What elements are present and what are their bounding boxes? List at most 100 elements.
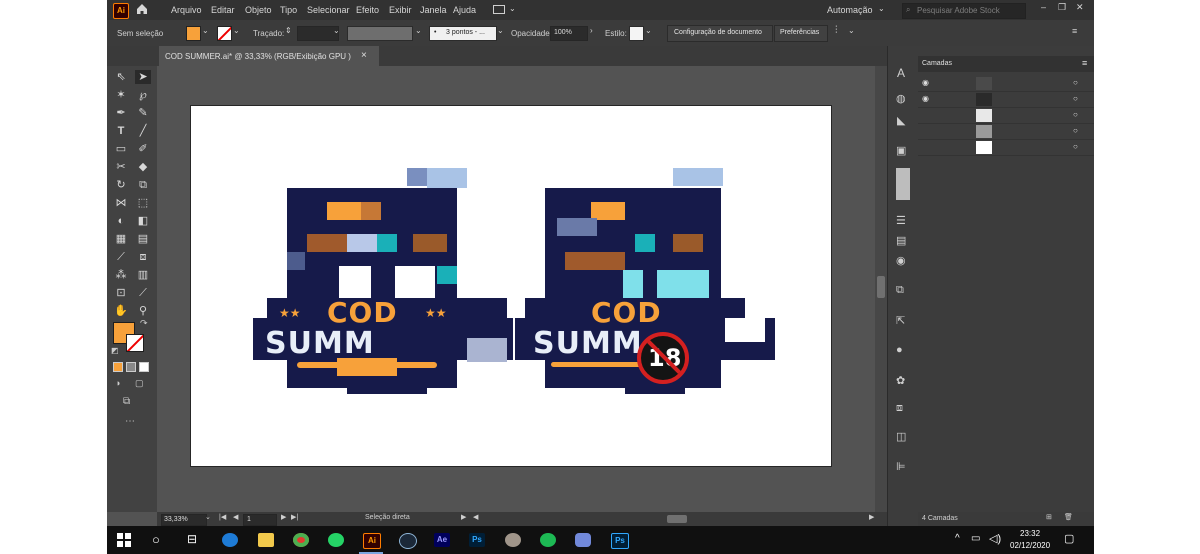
menu-arquivo[interactable]: Arquivo — [171, 5, 202, 15]
arrange-chevron-down-icon[interactable]: ⌄ — [509, 4, 516, 13]
photoshop-window-icon[interactable]: Ps — [611, 533, 629, 549]
steam-icon[interactable] — [399, 533, 417, 549]
illustrator-icon[interactable]: Ai — [363, 533, 381, 549]
scissors-tool-icon[interactable]: ✂ — [113, 160, 129, 174]
brushes-panel-icon[interactable]: ● — [896, 344, 903, 356]
menu-janela[interactable]: Janela — [420, 5, 447, 15]
artboards-panel-icon[interactable]: ⧈ — [896, 402, 903, 415]
menu-tipo[interactable]: Tipo — [280, 5, 297, 15]
variable-width-profile[interactable] — [347, 26, 413, 41]
visibility-eye-icon[interactable]: ◉ — [922, 78, 929, 87]
stroke-none-swatch[interactable] — [217, 26, 232, 41]
right-logo[interactable]: COD SUMM 18 — [515, 168, 781, 418]
layer-row[interactable]: ○ — [918, 124, 1094, 140]
document-setup-button[interactable]: Configuração de documento — [667, 25, 773, 42]
stroke-weight-chevron-down-icon[interactable]: ⌄ — [333, 26, 340, 35]
width-tool-icon[interactable]: ⋈ — [113, 196, 129, 210]
arrange-documents-icon[interactable] — [493, 5, 505, 14]
direct-selection-tool-icon[interactable]: ➤ — [135, 70, 151, 84]
rotate-tool-icon[interactable]: ↻ — [113, 178, 129, 192]
delete-layer-icon[interactable]: 🗑 — [1064, 513, 1073, 521]
chrome-icon[interactable] — [293, 533, 309, 547]
edit-toolbar-icon[interactable]: ⋯ — [125, 416, 135, 427]
notifications-icon[interactable]: ▢ — [1064, 532, 1074, 545]
last-artboard-icon[interactable]: ▶| — [291, 513, 298, 521]
magic-wand-tool-icon[interactable]: ✶ — [113, 88, 129, 102]
gradient-tool-icon[interactable]: ▤ — [135, 232, 151, 246]
pathfinder-panel-icon[interactable]: ◣ — [897, 114, 905, 127]
menu-editar[interactable]: Editar — [211, 5, 235, 15]
stroke-weight-stepper-icon[interactable]: ⇕ — [285, 26, 292, 35]
brush-definition-field[interactable]: • 3 pontos - ... — [429, 26, 497, 41]
clock-date[interactable]: 02/12/2020 — [1010, 541, 1050, 550]
stroke-panel-icon[interactable]: ☰ — [896, 214, 906, 227]
none-mode-icon[interactable] — [139, 362, 149, 372]
horizontal-scroll-thumb[interactable] — [667, 515, 687, 523]
current-tool-status[interactable]: Seleção direta — [365, 514, 410, 521]
left-logo[interactable]: ★★ ★★ COD SUMM — [253, 168, 513, 400]
artboard[interactable]: ★★ ★★ COD SUMM COD SUMM — [190, 105, 832, 467]
previous-artboard-icon[interactable]: ◀ — [233, 513, 238, 521]
panel-menu-icon[interactable]: ≡ — [1072, 26, 1077, 36]
rectangle-tool-icon[interactable]: ▭ — [113, 142, 129, 156]
screen-mode-icon[interactable]: ▢ — [135, 378, 144, 389]
file-explorer-icon[interactable] — [258, 533, 274, 547]
layer-target-icon[interactable]: ○ — [1073, 94, 1078, 103]
brush-chevron-down-icon[interactable]: ⌄ — [497, 26, 504, 35]
layer-target-icon[interactable]: ○ — [1073, 142, 1078, 151]
artboard-number-field[interactable]: 1 — [243, 514, 277, 526]
home-icon[interactable] — [135, 2, 149, 16]
line-tool-icon[interactable]: ╱ — [135, 124, 151, 138]
scroll-right-icon[interactable]: ▶ — [869, 513, 874, 521]
menu-ajuda[interactable]: Ajuda — [453, 5, 476, 15]
export-panel-icon[interactable]: ⇱ — [896, 314, 905, 327]
pen-tool-icon[interactable]: ✒ — [113, 106, 129, 120]
free-transform-tool-icon[interactable]: ⬚ — [135, 196, 151, 210]
menu-exibir[interactable]: Exibir — [389, 5, 412, 15]
slice-tool-icon[interactable]: ⟋ — [135, 286, 151, 300]
workspace-chevron-down-icon[interactable]: ⌄ — [878, 4, 885, 13]
eraser-tool-icon[interactable]: ◆ — [135, 160, 151, 174]
symbol-sprayer-tool-icon[interactable]: ⁂ — [113, 268, 129, 282]
network-icon[interactable]: ▭ — [971, 533, 980, 544]
new-layer-icon[interactable]: ⊞ — [1046, 513, 1052, 521]
align-options-icon[interactable]: ⫶ — [835, 25, 838, 36]
paintbrush-tool-icon[interactable]: ✐ — [135, 142, 151, 156]
task-view-icon[interactable]: ⊟ — [187, 532, 197, 546]
stock-search-input[interactable]: ⌕ Pesquisar Adobe Stock — [902, 3, 1026, 19]
layer-target-icon[interactable]: ○ — [1073, 78, 1078, 87]
gradient-mode-icon[interactable] — [126, 362, 136, 372]
zoom-field[interactable]: 33,33% — [161, 514, 207, 526]
hand-tool-icon[interactable]: ✋ — [113, 304, 129, 318]
scale-tool-icon[interactable]: ⧉ — [135, 178, 151, 192]
column-graph-tool-icon[interactable]: ▥ — [135, 268, 151, 282]
search-circle-icon[interactable]: ○ — [152, 532, 160, 547]
swap-fill-stroke-icon[interactable]: ↷ — [140, 318, 148, 329]
visibility-eye-icon[interactable]: ◉ — [922, 94, 929, 103]
graphic-styles-panel-icon[interactable]: ✿ — [896, 374, 905, 387]
lasso-tool-icon[interactable]: ℘ — [135, 88, 151, 102]
eyedropper-tool-icon[interactable]: ⟋ — [113, 250, 129, 264]
after-effects-icon[interactable]: Ae — [434, 533, 450, 547]
layers-tab[interactable]: Camadas — [922, 60, 952, 67]
shape-builder-tool-icon[interactable]: ◐ — [113, 214, 129, 228]
discord-icon[interactable] — [575, 533, 591, 547]
layer-row[interactable]: ○ — [918, 108, 1094, 124]
zoom-chevron-down-icon[interactable]: ⌄ — [205, 513, 211, 521]
gradient-panel-icon[interactable]: ▤ — [896, 234, 906, 247]
minimize-window-icon[interactable]: – — [1041, 2, 1046, 12]
symbols-panel-icon[interactable]: ⧉ — [896, 284, 904, 297]
fill-swatch[interactable] — [186, 26, 201, 41]
align-panel-icon[interactable]: ⊫ — [896, 460, 906, 473]
selection-tool-icon[interactable]: ⇖ — [113, 70, 129, 84]
workspace-switcher[interactable]: Automação — [827, 5, 873, 15]
menu-selecionar[interactable]: Selecionar — [307, 5, 350, 15]
layer-row[interactable]: ◉ ○ — [918, 92, 1094, 108]
change-screen-mode-icon[interactable]: ⧉ — [123, 396, 130, 407]
gimp-icon[interactable] — [505, 533, 521, 547]
scroll-thumb[interactable] — [877, 276, 885, 298]
first-artboard-icon[interactable]: |◀ — [219, 513, 226, 521]
canvas-area[interactable]: ★★ ★★ COD SUMM COD SUMM — [157, 66, 887, 512]
menu-efeito[interactable]: Efeito — [356, 5, 379, 15]
image-panel-icon[interactable]: ▣ — [896, 144, 906, 157]
